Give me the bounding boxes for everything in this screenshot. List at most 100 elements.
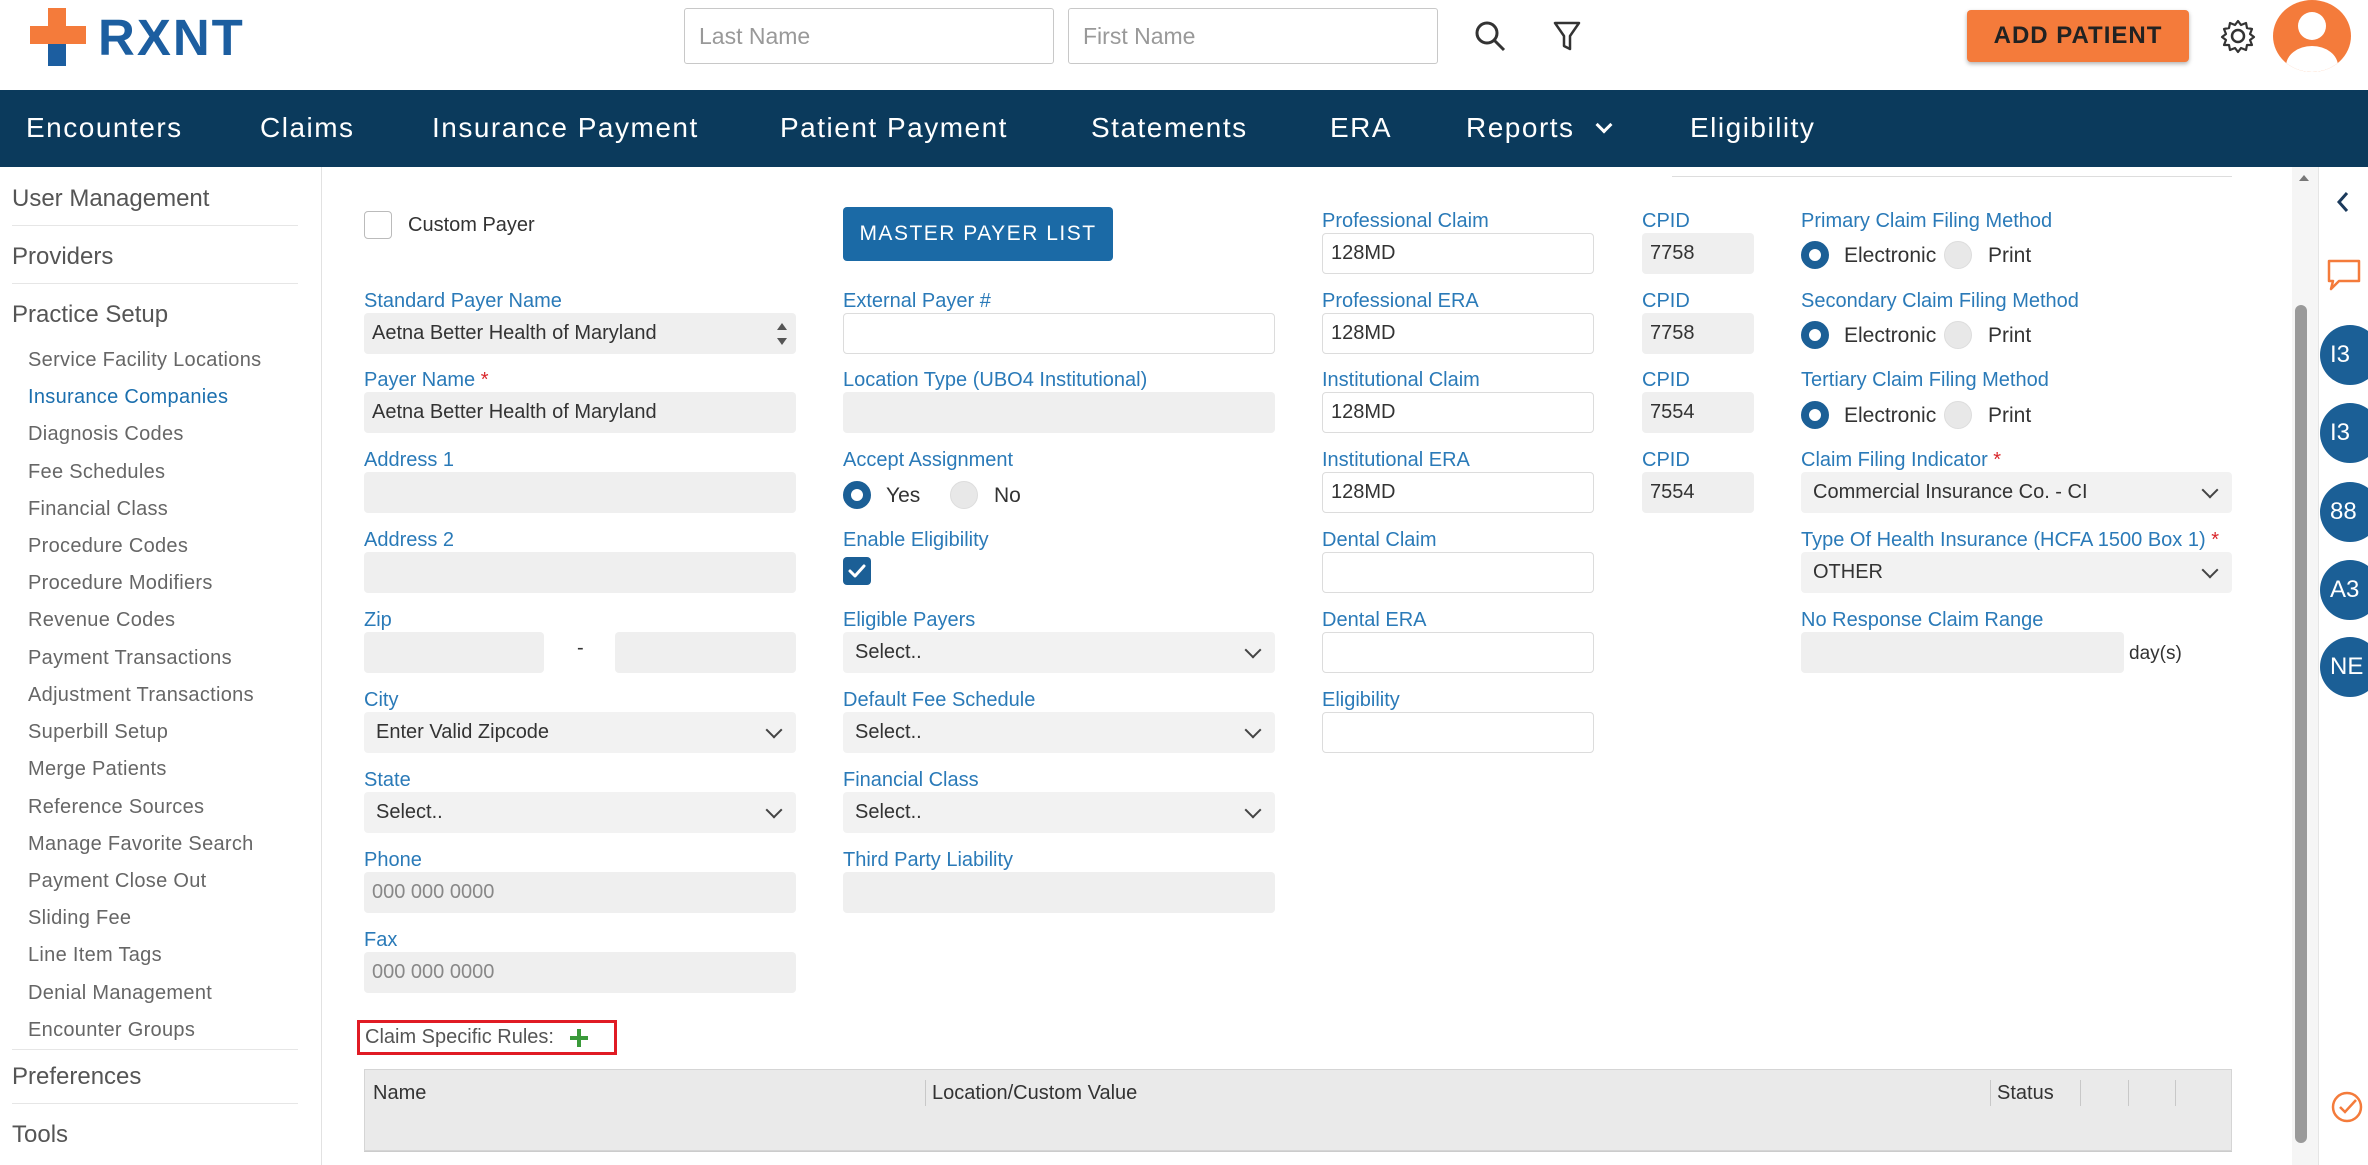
address1-field[interactable] [364, 472, 796, 513]
nav-encounters[interactable]: Encounters [26, 112, 183, 144]
primary-print-radio[interactable] [1944, 241, 1972, 269]
sidebar-item-payment-transactions[interactable]: Payment Transactions [28, 647, 232, 670]
tertiary-print-radio[interactable] [1944, 401, 1972, 429]
city-select[interactable]: Enter Valid Zipcode [364, 712, 796, 753]
default-fee-schedule-select[interactable]: Select.. [843, 712, 1275, 753]
sidebar-item-encounter-groups[interactable]: Encounter Groups [28, 1019, 195, 1042]
cpid-institutional-claim-field[interactable]: 7554 [1642, 392, 1754, 433]
nav-insurance-payment[interactable]: Insurance Payment [432, 112, 699, 144]
nav-era[interactable]: ERA [1330, 112, 1392, 144]
sidebar-item-line-item-tags[interactable]: Line Item Tags [28, 944, 162, 967]
zip-field[interactable] [364, 632, 544, 673]
financial-class-select[interactable]: Select.. [843, 792, 1275, 833]
third-party-liability-label: Third Party Liability [843, 849, 1014, 871]
sidebar-item-adjustment-transactions[interactable]: Adjustment Transactions [28, 684, 254, 707]
master-payer-list-button[interactable]: MASTER PAYER LIST [843, 207, 1113, 261]
claim-filing-indicator-select[interactable]: Commercial Insurance Co. - CI [1801, 472, 2232, 513]
external-payer-field[interactable] [843, 313, 1275, 354]
nav-reports[interactable]: Reports [1466, 112, 1613, 144]
chevron-left-icon[interactable] [2333, 189, 2353, 215]
sidebar-preferences[interactable]: Preferences [12, 1063, 141, 1091]
custom-payer-checkbox[interactable] [364, 211, 392, 239]
tertiary-electronic-radio[interactable] [1801, 401, 1829, 429]
institutional-era-field[interactable]: 128MD [1322, 472, 1594, 513]
sidebar-user-management[interactable]: User Management [12, 185, 209, 213]
column-name[interactable]: Name [373, 1082, 426, 1105]
filter-icon[interactable] [1547, 14, 1587, 58]
enable-eligibility-checkbox[interactable] [843, 557, 871, 585]
user-avatar[interactable] [2273, 0, 2351, 72]
add-rule-plus-icon[interactable] [568, 1027, 590, 1049]
nav-eligibility[interactable]: Eligibility [1690, 112, 1815, 144]
chat-bubble-icon[interactable] [2325, 257, 2365, 293]
column-status[interactable]: Status [1997, 1082, 2054, 1105]
phone-field[interactable]: 000 000 0000 [364, 872, 796, 913]
zip-ext-field[interactable] [615, 632, 796, 673]
sidebar-item-service-facility-locations[interactable]: Service Facility Locations [28, 349, 261, 372]
sidebar-item-insurance-companies[interactable]: Insurance Companies [28, 386, 228, 409]
fax-field[interactable]: 000 000 0000 [364, 952, 796, 993]
sidebar-item-denial-management[interactable]: Denial Management [28, 982, 212, 1005]
last-name-input[interactable] [684, 8, 1054, 64]
add-patient-button[interactable]: ADD PATIENT [1967, 10, 2189, 62]
scrollbar-thumb[interactable] [2295, 305, 2307, 1143]
rxnt-logo[interactable]: RXNT [28, 6, 245, 68]
top-bar: RXNT ADD PATIENT [0, 0, 2368, 90]
address2-field[interactable] [364, 552, 796, 593]
sidebar-item-revenue-codes[interactable]: Revenue Codes [28, 609, 175, 632]
cpid-institutional-era-field[interactable]: 7554 [1642, 472, 1754, 513]
column-location-custom-value[interactable]: Location/Custom Value [932, 1082, 1137, 1105]
sidebar-item-reference-sources[interactable]: Reference Sources [28, 796, 204, 819]
payer-name-field[interactable]: Aetna Better Health of Maryland [364, 392, 796, 433]
nav-patient-payment[interactable]: Patient Payment [780, 112, 1008, 144]
gear-icon[interactable] [2216, 14, 2260, 58]
cpid-label: CPID [1642, 290, 1690, 312]
dental-era-label: Dental ERA [1322, 609, 1427, 631]
default-fee-schedule-value: Select.. [855, 721, 922, 743]
sidebar-item-payment-close-out[interactable]: Payment Close Out [28, 870, 207, 893]
sidebar-item-merge-patients[interactable]: Merge Patients [28, 758, 167, 781]
accept-assignment-yes-radio[interactable] [843, 481, 871, 509]
scroll-up-arrow-icon[interactable] [2297, 173, 2311, 183]
sidebar-item-superbill-setup[interactable]: Superbill Setup [28, 721, 168, 744]
sidebar-item-financial-class[interactable]: Financial Class [28, 498, 168, 521]
professional-claim-field[interactable]: 128MD [1322, 233, 1594, 274]
sidebar-practice-setup[interactable]: Practice Setup [12, 301, 168, 329]
accept-assignment-label: Accept Assignment [843, 449, 1014, 471]
no-response-field[interactable] [1801, 632, 2124, 673]
secondary-electronic-radio[interactable] [1801, 321, 1829, 349]
chevron-down-icon [1244, 641, 1262, 658]
default-fee-schedule-label: Default Fee Schedule [843, 689, 1036, 711]
sidebar-item-fee-schedules[interactable]: Fee Schedules [28, 461, 165, 484]
first-name-input[interactable] [1068, 8, 1438, 64]
sidebar-item-diagnosis-codes[interactable]: Diagnosis Codes [28, 423, 184, 446]
secondary-print-radio[interactable] [1944, 321, 1972, 349]
sidebar-item-manage-favorite-search[interactable]: Manage Favorite Search [28, 833, 254, 856]
nav-claims[interactable]: Claims [260, 112, 355, 144]
eligible-payers-select[interactable]: Select.. [843, 632, 1275, 673]
location-type-field[interactable] [843, 392, 1275, 433]
dental-era-field[interactable] [1322, 632, 1594, 673]
check-circle-icon[interactable] [2329, 1089, 2365, 1125]
sidebar-tools[interactable]: Tools [12, 1121, 68, 1149]
primary-electronic-radio[interactable] [1801, 241, 1829, 269]
sidebar-providers[interactable]: Providers [12, 243, 113, 271]
standard-payer-name-field[interactable]: Aetna Better Health of Maryland [364, 313, 796, 354]
sidebar-item-procedure-modifiers[interactable]: Procedure Modifiers [28, 572, 213, 595]
eligibility-field[interactable] [1322, 712, 1594, 753]
search-icon[interactable] [1470, 14, 1510, 58]
cpid-professional-claim-field[interactable]: 7758 [1642, 233, 1754, 274]
sidebar-item-sliding-fee[interactable]: Sliding Fee [28, 907, 131, 930]
third-party-liability-field[interactable] [843, 872, 1275, 913]
accept-assignment-no-radio[interactable] [950, 481, 978, 509]
dental-claim-field[interactable] [1322, 552, 1594, 593]
required-asterisk: * [2205, 529, 2219, 551]
nav-statements[interactable]: Statements [1091, 112, 1248, 144]
professional-era-field[interactable]: 128MD [1322, 313, 1594, 354]
financial-class-label: Financial Class [843, 769, 979, 791]
type-health-insurance-select[interactable]: OTHER [1801, 552, 2232, 593]
sidebar-item-procedure-codes[interactable]: Procedure Codes [28, 535, 188, 558]
state-select[interactable]: Select.. [364, 792, 796, 833]
institutional-claim-field[interactable]: 128MD [1322, 392, 1594, 433]
cpid-professional-era-field[interactable]: 7758 [1642, 313, 1754, 354]
